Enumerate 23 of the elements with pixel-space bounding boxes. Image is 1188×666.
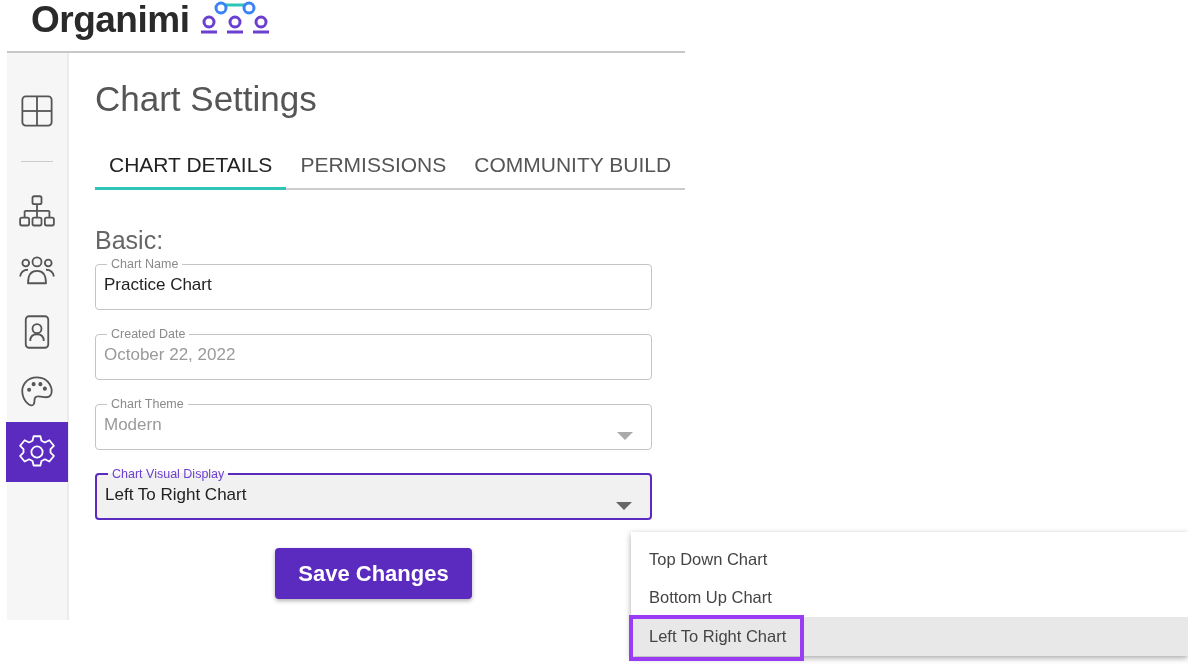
field-label: Chart Visual Display	[111, 468, 226, 480]
save-button[interactable]: Save Changes	[275, 548, 472, 599]
field-value: Modern	[104, 414, 163, 436]
field-label: Created Date	[110, 328, 187, 340]
field-value: Practice Chart	[104, 274, 213, 296]
caret-icon	[617, 432, 633, 440]
caret-icon	[616, 502, 632, 510]
field-label: Chart Name	[110, 258, 180, 270]
tab[interactable]: CHART DETAILS	[95, 145, 287, 190]
field-value: Left To Right Chart	[105, 484, 248, 506]
tab[interactable]: PERMISSIONS	[286, 145, 461, 190]
select-field[interactable]: Chart Visual Display Left To Right Chart	[95, 468, 652, 520]
page-title: Chart Settings	[95, 79, 318, 119]
section-title: Basic:	[95, 226, 165, 254]
logo-text: Organimi	[31, 0, 190, 40]
field-value: October 22, 2022	[104, 344, 237, 366]
settings-nav-button[interactable]	[6, 422, 68, 482]
menu-option[interactable]: Top Down Chart	[631, 540, 1188, 579]
menu-option[interactable]: Bottom Up Chart	[631, 578, 1188, 617]
field-label: Chart Theme	[110, 398, 185, 410]
dashboard-icon	[19, 93, 55, 129]
input-field[interactable]: Chart Name Practice Chart	[95, 258, 652, 310]
tab[interactable]: COMMUNITY BUILD	[460, 145, 686, 190]
